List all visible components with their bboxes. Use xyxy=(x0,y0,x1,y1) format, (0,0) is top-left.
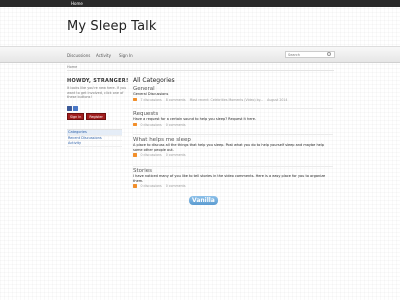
rss-icon[interactable] xyxy=(133,184,137,188)
nav-sign-in[interactable]: Sign In xyxy=(119,47,133,64)
breadcrumb[interactable]: Home xyxy=(67,65,77,69)
side-menu: Categories Recent Discussions Activity xyxy=(67,129,122,147)
divider xyxy=(133,108,333,109)
category-description: I have noticed many of you like to tell … xyxy=(133,174,326,183)
vanilla-logo[interactable]: Vanilla xyxy=(189,196,218,205)
search-icon[interactable] xyxy=(327,52,331,56)
sign-buttons: Sign In Register xyxy=(67,113,106,120)
comment-count: 0 comments xyxy=(165,122,186,127)
comment-count: 8 comments xyxy=(165,97,186,102)
google-icon[interactable] xyxy=(73,106,78,111)
howdy-heading: HOWDY, STRANGER! xyxy=(67,78,129,84)
category-meta: 7 discussions 8 comments Most recent: Ce… xyxy=(133,98,333,102)
category-meta: 0 discussions 0 comments xyxy=(133,123,333,127)
category-description: A place to discuss all the things that h… xyxy=(133,143,325,152)
category-meta: 0 discussions 0 comments xyxy=(133,184,333,188)
discussion-count: 7 discussions xyxy=(140,97,162,102)
category-meta: 0 discussions 0 comments xyxy=(133,153,333,157)
category-item: What helps me sleep A place to discuss a… xyxy=(133,137,333,157)
last-date: August 2014 xyxy=(267,97,288,102)
divider xyxy=(133,166,333,167)
sign-in-button[interactable]: Sign In xyxy=(67,113,85,120)
intro-text: It looks like you're new here. If you wa… xyxy=(67,86,127,100)
rss-icon[interactable] xyxy=(133,122,137,127)
comment-count: 0 comments xyxy=(165,184,186,189)
comment-count: 0 comments xyxy=(165,153,186,158)
side-menu-activity[interactable]: Activity xyxy=(67,141,122,147)
category-item: Stories I have noticed many of you like … xyxy=(133,168,333,188)
discussion-count: 0 discussions xyxy=(140,153,162,158)
discussion-count: 0 discussions xyxy=(140,122,162,127)
nav-activity[interactable]: Activity xyxy=(96,47,111,64)
nav-discussions[interactable]: Discussions xyxy=(67,47,90,64)
page-title: All Categories xyxy=(133,77,175,84)
discussion-count: 0 discussions xyxy=(140,184,162,189)
rss-icon[interactable] xyxy=(133,153,137,157)
category-description: General Discussions xyxy=(133,92,169,96)
top-bar: Home xyxy=(0,0,400,7)
social-sign-in xyxy=(67,106,78,111)
main-nav: Discussions Activity Sign In xyxy=(0,46,400,63)
facebook-icon[interactable] xyxy=(67,106,72,111)
category-item: General General Discussions 7 discussion… xyxy=(133,86,333,102)
register-button[interactable]: Register xyxy=(86,113,106,120)
divider xyxy=(133,134,333,135)
home-link[interactable]: Home xyxy=(71,0,83,7)
divider xyxy=(67,70,334,71)
site-title[interactable]: My Sleep Talk xyxy=(67,19,156,34)
category-item: Requests Have a request for a certain so… xyxy=(133,111,333,127)
most-recent[interactable]: Most recent: Celebrities Moments (Video)… xyxy=(190,98,264,102)
category-description: Have a request for a certain sound to he… xyxy=(133,117,256,121)
rss-icon[interactable] xyxy=(133,97,137,102)
